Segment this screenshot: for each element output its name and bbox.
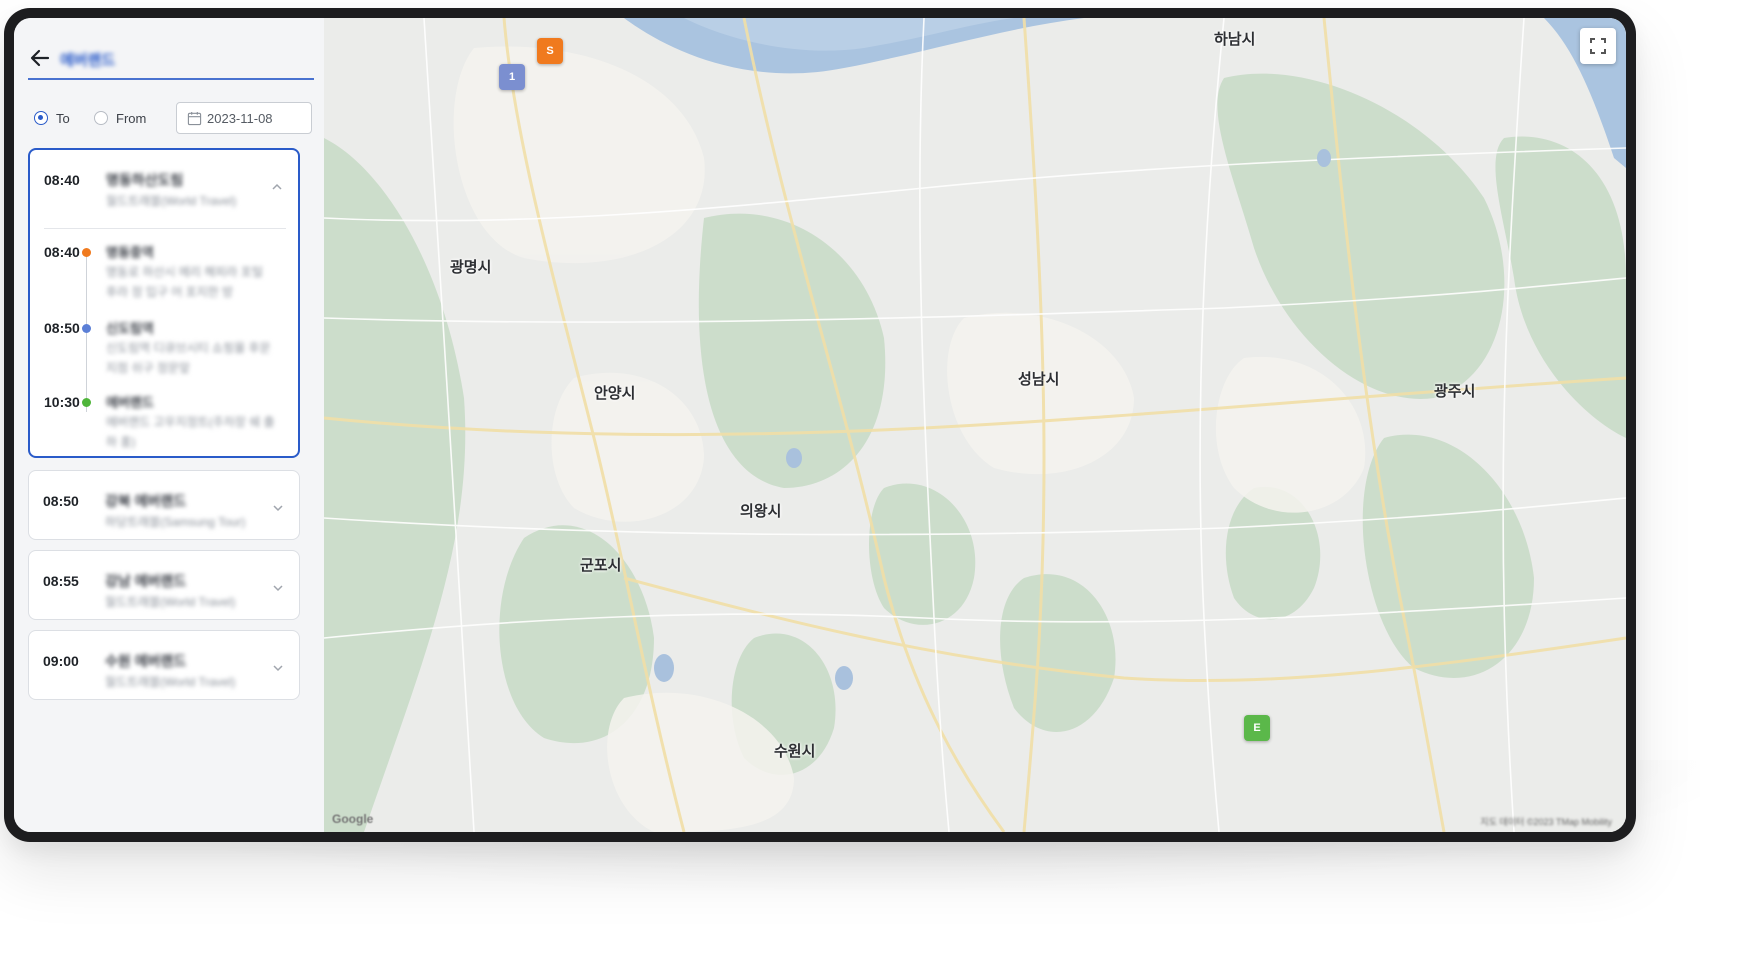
map-logo: Google	[332, 812, 374, 826]
stop-marker-1[interactable]: 1	[499, 64, 525, 90]
direction-controls: To From 2023-11-08	[28, 102, 318, 136]
route-title: 수원 에버랜드	[105, 653, 187, 669]
route-operator: 월드트래블(World Travel)	[105, 595, 236, 609]
sidebar-header: 에버랜드	[28, 38, 314, 82]
map-view[interactable]: 하남시 광명시 안양시 성남시 광주시 의왕시 군포시 수원시 S 1 E Go…	[324, 18, 1626, 832]
calendar-icon	[187, 111, 202, 126]
app-screen: 에버랜드 To From 2023-11-08 08:40 명동하산도림 월드트…	[14, 18, 1626, 832]
route-operator: 월드트래블(World Travel)	[105, 675, 236, 689]
radio-from-label: From	[116, 111, 147, 126]
route-card[interactable]: 08:40 명동하산도림 월드트래블(World Travel) 08:40 명…	[28, 148, 300, 458]
city-label: 군포시	[580, 557, 622, 574]
route-operator: 월드트래블(World Travel)	[106, 194, 237, 208]
date-value: 2023-11-08	[207, 111, 273, 126]
city-label: 광명시	[450, 259, 492, 276]
stop-dot-blue	[82, 324, 91, 333]
stop-name: 신도림역	[106, 321, 154, 336]
city-label: 성남시	[1018, 371, 1060, 388]
route-time: 08:55	[43, 573, 79, 589]
city-label: 광주시	[1434, 383, 1476, 400]
device-frame: 에버랜드 To From 2023-11-08 08:40 명동하산도림 월드트…	[4, 8, 1636, 842]
chevron-down-icon[interactable]	[271, 581, 285, 595]
stop-name: 에버랜드	[106, 395, 154, 410]
stop-time: 10:30	[44, 394, 80, 410]
radio-from[interactable]	[94, 111, 108, 125]
stop-dot-orange	[82, 248, 91, 257]
map-attribution[interactable]: 지도 데이터 ©2023 TMap Mobility	[1480, 815, 1612, 828]
city-label: 의왕시	[740, 503, 782, 520]
stop-time: 08:40	[44, 244, 80, 260]
start-marker[interactable]: S	[537, 38, 563, 64]
card-divider	[44, 228, 286, 229]
stop-description: 명동로 하산시 메리 해피라 포털 후라 정 입구 어 포지한 방	[106, 265, 263, 299]
stop-dot-green	[82, 398, 91, 407]
fullscreen-button[interactable]	[1580, 28, 1616, 64]
stop-description: 신도림역 디큐브시티 쇼핑몰 후문지점 쉬구 정문앞	[106, 341, 271, 375]
city-label: 하남시	[1214, 31, 1256, 48]
route-card[interactable]: 08:50 강북 에버랜드 하당트래블(Samsung Tour)	[28, 470, 300, 540]
radio-to-label: To	[56, 111, 70, 126]
fullscreen-icon	[1590, 38, 1606, 54]
route-card[interactable]: 09:00 수원 에버랜드 월드트래블(World Travel)	[28, 630, 300, 700]
route-title: 강북 에버랜드	[105, 493, 187, 509]
stop-name: 명동중역	[106, 245, 154, 260]
date-picker[interactable]: 2023-11-08	[176, 102, 312, 134]
end-marker[interactable]: E	[1244, 715, 1270, 741]
stop-time: 08:50	[44, 320, 80, 336]
map-base	[324, 18, 1626, 832]
city-label: 수원시	[774, 743, 816, 760]
city-label: 안양시	[594, 385, 636, 402]
page-title: 에버랜드	[60, 52, 116, 69]
stop-description: 에버랜드 고우지정트(주차장 쉐 출하 홍)	[106, 415, 275, 449]
route-sidebar: 에버랜드 To From 2023-11-08 08:40 명동하산도림 월드트…	[14, 18, 325, 832]
route-time: 08:50	[43, 493, 79, 509]
route-time: 09:00	[43, 653, 79, 669]
route-card[interactable]: 08:55 강남 에버랜드 월드트래블(World Travel)	[28, 550, 300, 620]
route-operator: 하당트래블(Samsung Tour)	[105, 515, 246, 529]
chevron-down-icon[interactable]	[271, 661, 285, 675]
header-divider	[28, 78, 314, 80]
back-arrow-icon[interactable]	[28, 46, 52, 70]
chevron-up-icon[interactable]	[270, 180, 284, 194]
chevron-down-icon[interactable]	[271, 501, 285, 515]
route-title: 명동하산도림	[106, 172, 184, 188]
route-title: 강남 에버랜드	[105, 573, 187, 589]
radio-to[interactable]	[34, 111, 48, 125]
route-time: 08:40	[44, 172, 80, 188]
